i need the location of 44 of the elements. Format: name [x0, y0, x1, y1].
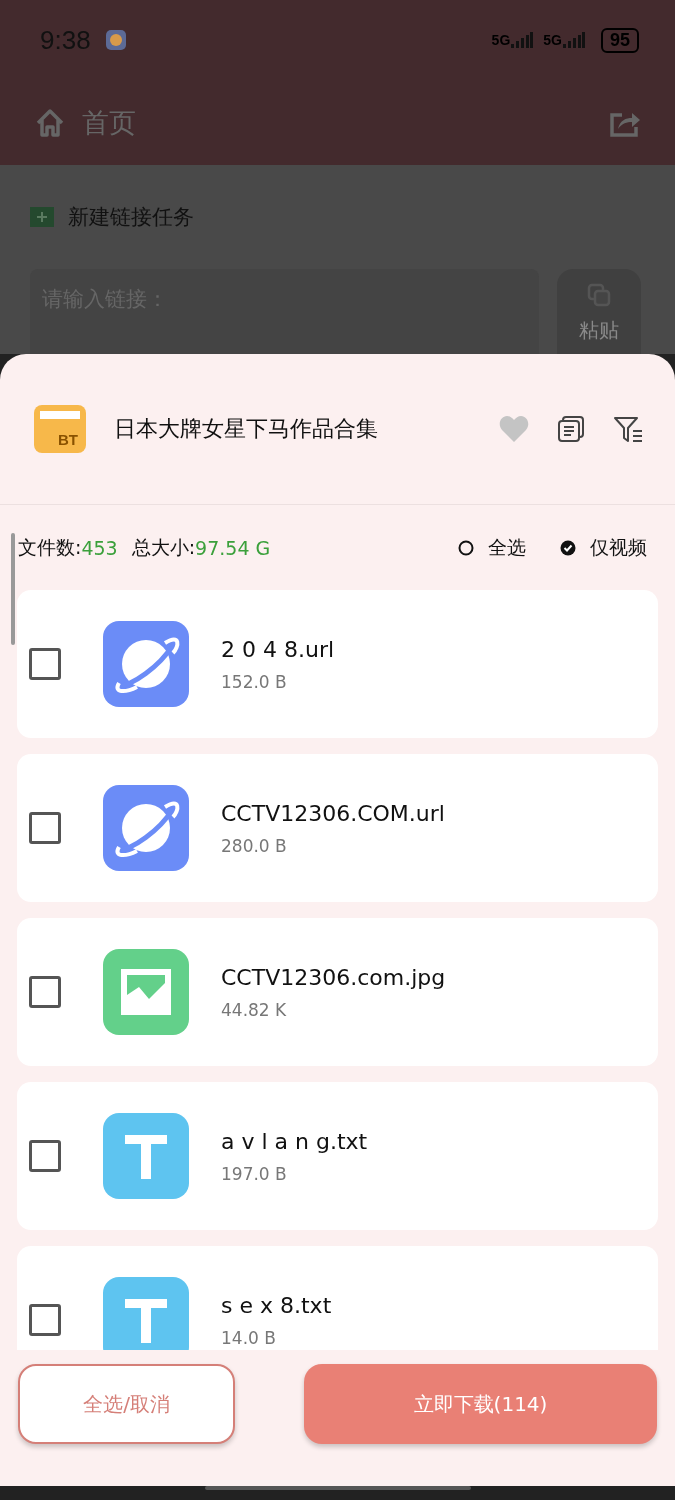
signal-icon [511, 32, 534, 48]
file-name: CCTV12306.com.jpg [221, 964, 446, 990]
checkbox[interactable] [29, 648, 61, 680]
planet-icon [103, 785, 189, 871]
file-card[interactable]: CCTV12306.com.jpg 44.82 K [17, 918, 658, 1066]
text-file-icon [103, 1113, 189, 1199]
app-notification-icon [104, 29, 127, 51]
file-card[interactable]: a v l a n g.txt 197.0 B [17, 1082, 658, 1230]
filter-option[interactable]: 仅视频 [560, 534, 647, 561]
network-label: 5G [491, 32, 511, 48]
file-card[interactable]: s e x 8.txt 14.0 B [17, 1246, 658, 1350]
filter-option[interactable]: 全选 [458, 534, 526, 561]
page-title: 首页 [82, 105, 136, 140]
file-card[interactable]: CCTV12306.COM.url 280.0 B [17, 754, 658, 902]
file-count-label: 文件数: [18, 534, 82, 560]
signal-icon [562, 32, 585, 48]
file-count: 453 [81, 536, 118, 559]
file-size: 14.0 B [221, 1327, 277, 1348]
file-size: 152.0 B [221, 671, 288, 692]
checkbox[interactable] [29, 812, 61, 844]
section-title: 新建链接任务 [68, 204, 194, 231]
copy-icon[interactable] [557, 415, 585, 443]
file-name: s e x 8.txt [221, 1292, 332, 1318]
torrent-title: 日本大牌女星下马作品合集 [114, 415, 378, 443]
battery-indicator: 95 [600, 27, 639, 53]
file-size: 280.0 B [221, 835, 288, 856]
file-card[interactable]: 2 0 4 8.url 152.0 B [17, 590, 658, 738]
total-size-label: 总大小: [131, 534, 196, 560]
filter-icon[interactable] [613, 415, 643, 443]
file-size: 44.82 K [221, 999, 288, 1020]
planet-icon [103, 621, 189, 707]
total-size: 97.54 G [195, 536, 271, 559]
file-name: 2 0 4 8.url [221, 636, 335, 662]
text-file-icon [103, 1277, 189, 1350]
file-name: a v l a n g.txt [221, 1128, 368, 1154]
checkbox[interactable] [29, 976, 61, 1008]
add-icon [30, 207, 54, 227]
file-name: CCTV12306.COM.url [221, 800, 445, 826]
image-icon [103, 949, 189, 1035]
bt-folder-icon: BT [34, 403, 86, 455]
checkbox[interactable] [29, 1304, 61, 1336]
network-label: 5G [543, 32, 562, 48]
checkbox[interactable] [29, 1140, 61, 1172]
file-size: 197.0 B [221, 1163, 288, 1184]
